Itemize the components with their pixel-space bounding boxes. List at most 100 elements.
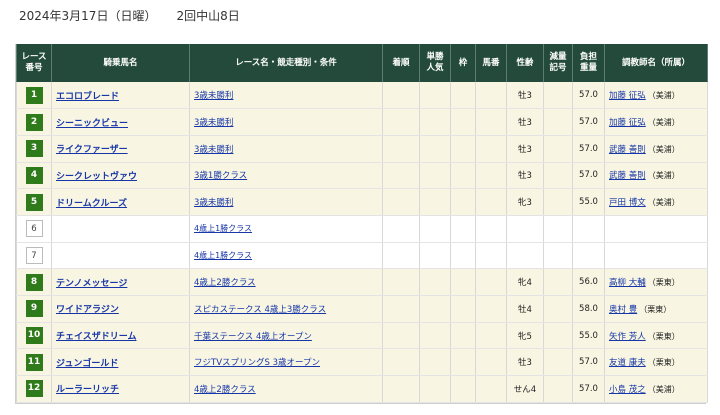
weight-mark-cell [543,295,573,323]
race-number-cell: 2 [16,108,52,136]
trainer-affiliation: （栗東） [639,304,672,314]
trainer-affiliation: （栗東） [647,278,680,288]
race-name-link[interactable]: 3歳未勝利 [194,91,233,101]
trainer-name-link[interactable]: 加藤 征弘 [609,118,646,128]
burden-cell: 57.0 [572,108,605,136]
race-number-badge[interactable]: 2 [25,113,43,131]
horse-name-link[interactable]: シーニックビュー [56,119,128,129]
horse-cell: シークレットヴァウ [51,162,190,190]
horse-name-link[interactable]: エコロブレード [56,92,119,102]
trainer-name-link[interactable]: 矢作 芳人 [609,332,646,342]
trainer-name-link[interactable]: 武藤 善則 [609,145,646,155]
trainer-cell: 奥村 豊（栗東） [604,295,708,323]
waku-cell [450,135,476,163]
race-name-link[interactable]: 3歳未勝利 [194,198,233,208]
table-row: 2 シーニックビュー 3歳未勝利 牡3 57.0 加藤 征弘 （美浦） [16,108,708,136]
meeting-name: 2回中山8日 [176,9,240,23]
trainer-affiliation: （栗東） [647,331,680,341]
race-name-link[interactable]: 3歳未勝利 [194,118,233,128]
trainer-cell: 加藤 征弘 （美浦） [604,108,708,136]
race-number-badge[interactable]: 12 [25,380,43,398]
race-number-badge[interactable]: 8 [25,273,43,291]
horse-name-link[interactable]: テンノメッセージ [56,279,127,289]
horse-name-link[interactable]: チェイスザドリーム [56,332,136,342]
trainer-affiliation: （美浦） [647,171,680,181]
burden-cell [572,242,605,270]
trainer-name-link[interactable]: 武藤 善則 [609,171,646,181]
trainer-cell: 高柳 大輔 （栗東） [604,268,708,296]
race-name-link[interactable]: 4歳上2勝クラス [194,385,256,395]
page-date-header: 2024年3月17日（日曜） 2回中山8日 [19,7,240,24]
race-number-cell: 3 [16,135,52,163]
waku-cell [450,322,476,350]
trainer-cell: 小島 茂之 （美浦） [604,375,708,403]
race-number-badge[interactable]: 10 [25,327,43,345]
race-number-badge[interactable]: 5 [25,193,43,211]
finish-cell [382,375,420,403]
table-row: 1 エコロブレード 3歳未勝利 牡3 57.0 加藤 征弘 （美浦） [16,82,708,110]
weight-mark-cell [543,242,573,270]
umaban-cell [475,322,507,350]
race-cell: 4歳上1勝クラス [189,215,383,243]
weight-mark-cell [543,162,573,190]
race-cell: 3歳未勝利 [189,188,383,216]
horse-cell: テンノメッセージ [51,268,190,296]
finish-cell [382,268,420,296]
horse-name-link[interactable]: ドリームクルーズ [56,199,127,209]
umaban-cell [475,135,507,163]
race-number-badge[interactable]: 4 [25,166,43,184]
race-name-link[interactable]: フジTVスプリングS 3歳オープン [194,358,320,368]
burden-cell: 57.0 [572,348,605,377]
race-number-badge[interactable]: 3 [25,140,43,158]
race-number-badge[interactable]: 6 [25,220,43,238]
trainer-name-link[interactable]: 高柳 大輔 [609,278,646,288]
umaban-cell [475,375,507,403]
trainer-name-link[interactable]: 戸田 博文 [609,198,646,208]
table-row: 4 シークレットヴァウ 3歳1勝クラス 牡3 57.0 武藤 善則 （美浦） [16,162,708,190]
race-name-link[interactable]: スピカステークス 4歳上3勝クラス [194,305,326,315]
umaban-cell [475,162,507,190]
trainer-name-link[interactable]: 小島 茂之 [609,385,646,395]
race-name-link[interactable]: 4歳上1勝クラス [194,224,252,233]
race-cell: 4歳上2勝クラス [189,268,383,296]
race-name-link[interactable]: 4歳上2勝クラス [194,278,256,288]
odds-cell [419,322,451,350]
trainer-name-link[interactable]: 加藤 征弘 [609,91,646,101]
col-race: レース名・競走種別・条件 [189,44,383,82]
odds-cell [419,108,451,136]
umaban-cell [475,108,507,136]
race-number-cell: 1 [16,82,52,110]
race-number-badge[interactable]: 11 [25,353,43,371]
sex-age-cell: 牝5 [506,322,544,350]
horse-name-link[interactable]: ルーラーリッチ [56,385,119,395]
race-name-link[interactable]: 3歳未勝利 [194,145,233,155]
horse-name-link[interactable]: ジュンゴールド [56,359,118,369]
horse-name-link[interactable]: ワイドアラジン [56,305,119,315]
horse-name-link[interactable]: シークレットヴァウ [56,172,137,182]
waku-cell [450,162,476,190]
sex-age-cell: 牝4 [506,268,544,296]
umaban-cell [475,268,507,296]
race-number-cell: 12 [16,375,52,403]
trainer-affiliation: （美浦） [647,144,680,154]
results-table-wrapper: レース 番号 騎乗馬名 レース名・競走種別・条件 着順 単勝 人気 枠 馬番 性齢 … [15,44,708,404]
race-cell: 4歳上2勝クラス [189,375,383,403]
horse-name-link[interactable]: ライクファーザー [56,145,128,155]
horse-cell: ライクファーザー [51,135,190,163]
burden-cell: 56.0 [572,268,605,296]
race-number-badge[interactable]: 9 [25,300,43,318]
race-name-link[interactable]: 千葉ステークス 4歳上オープン [194,332,312,342]
sex-age-cell: せん4 [506,375,544,403]
race-number-badge[interactable]: 7 [25,246,43,264]
trainer-name-link[interactable]: 友道 康夫 [609,358,646,368]
waku-cell [450,295,476,323]
trainer-name-link[interactable]: 奥村 豊 [609,305,637,315]
finish-cell [382,215,420,243]
horse-cell: ジュンゴールド [51,348,190,377]
waku-cell [450,242,476,270]
sex-age-cell [506,215,544,243]
race-name-link[interactable]: 3歳1勝クラス [194,171,247,181]
umaban-cell [475,82,507,110]
race-name-link[interactable]: 4歳上1勝クラス [194,251,252,260]
race-number-badge[interactable]: 1 [25,86,43,104]
